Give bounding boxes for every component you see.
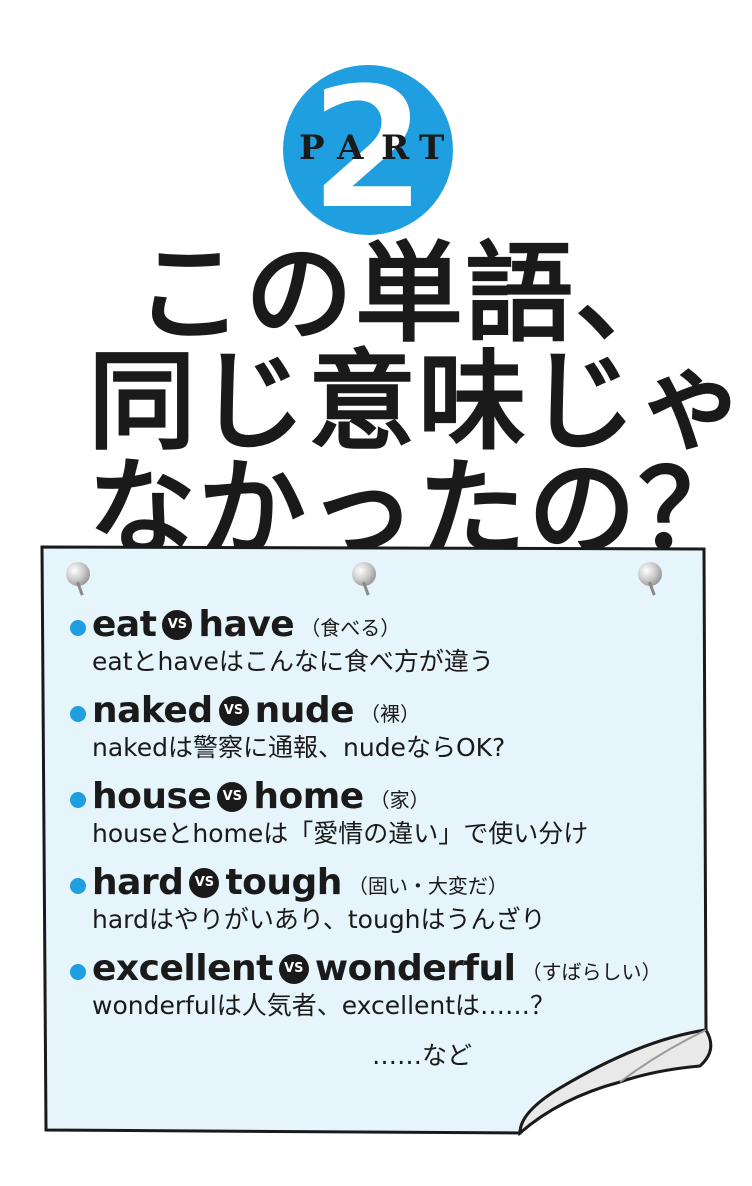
gloss: （すばらしい） (521, 960, 662, 984)
word-2: tough (225, 862, 342, 903)
word-2: nude (254, 690, 355, 731)
bullet-icon (70, 964, 86, 980)
gloss: （固い・大変だ） (347, 874, 508, 898)
gloss: （食べる） (300, 616, 401, 640)
list-item: excellent VS wonderful （すばらしい） wonderful… (70, 946, 710, 1032)
word-2: home (253, 776, 364, 817)
word-1: excellent (92, 948, 273, 989)
gloss: （裸） (360, 702, 421, 726)
word-1: hard (92, 862, 184, 903)
list-item: house VS home （家） houseとhomeは「愛情の違い」で使い分… (70, 774, 710, 860)
list-item: naked VS nude （裸） nakedは警察に通報、nudeならOK? (70, 688, 710, 774)
word-2: have (198, 604, 295, 645)
pushpin-icon (352, 562, 376, 586)
vs-badge: VS (218, 696, 249, 726)
item-description: eatとhaveはこんなに食べ方が違う (92, 647, 494, 676)
word-2: wonderful (314, 948, 516, 989)
vs-badge: VS (217, 782, 248, 812)
pushpin-icon (66, 562, 90, 586)
gloss: （家） (369, 788, 430, 812)
comparison-list: eat VS have （食べる） eatとhaveはこんなに食べ方が違う na… (70, 602, 710, 1032)
vs-badge: VS (278, 954, 309, 984)
bullet-icon (70, 878, 86, 894)
vs-badge: VS (162, 610, 193, 640)
pushpin-icon (638, 562, 662, 586)
word-1: house (92, 776, 212, 817)
list-item: eat VS have （食べる） eatとhaveはこんなに食べ方が違う (70, 602, 710, 688)
item-description: houseとhomeは「愛情の違い」で使い分け (92, 819, 589, 848)
bullet-icon (70, 706, 86, 722)
bullet-icon (70, 792, 86, 808)
vs-badge: VS (189, 868, 220, 898)
bullet-icon (70, 620, 86, 636)
list-item: hard VS tough （固い・大変だ） hardはやりがいあり、tough… (70, 860, 710, 946)
item-description: nakedは警察に通報、nudeならOK? (92, 733, 506, 762)
item-description: wonderfulは人気者、excellentは……？ (92, 991, 556, 1020)
item-description: hardはやりがいあり、toughはうんざり (92, 905, 546, 934)
word-1: naked (92, 690, 213, 731)
etc-note: ……など (372, 1041, 473, 1070)
word-1: eat (92, 604, 157, 645)
